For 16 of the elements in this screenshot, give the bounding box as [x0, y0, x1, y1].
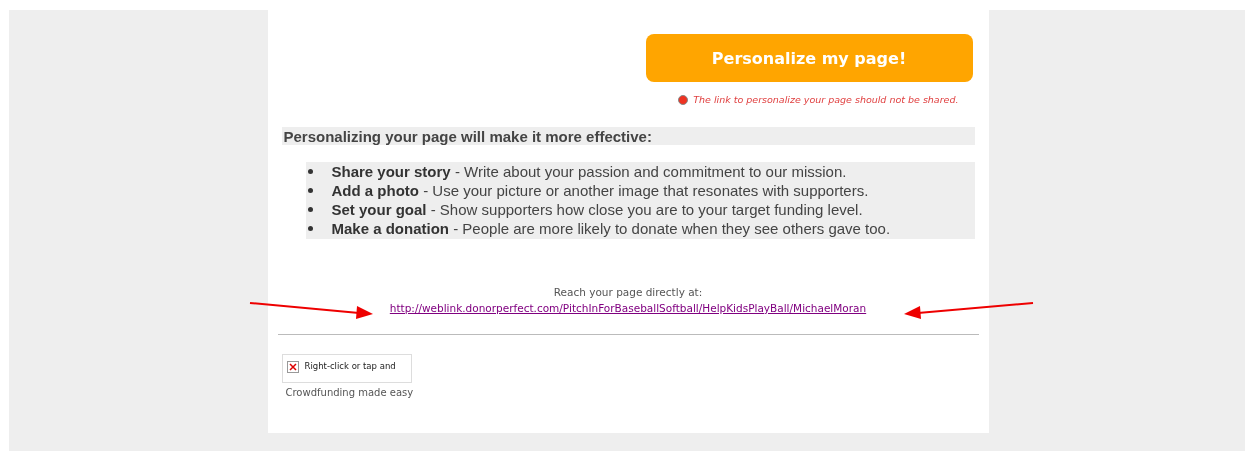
link-label: Reach your page directly at: [552, 286, 704, 298]
bullet-icon [307, 207, 313, 212]
caption: Crowdfunding made easy [284, 387, 415, 398]
warning-icon [678, 94, 689, 105]
bullet-icon [307, 226, 313, 231]
tip-text: Add a photo - Use your picture or another image that resonates with supporters. [331, 182, 869, 199]
tip-text: Set your goal - Show supporters how close you are to your target funding level. [331, 201, 863, 218]
bullet-icon [307, 188, 313, 193]
tip-text: Share your story - Write about your passion and commitment to our mission. [331, 163, 847, 180]
warning-text: The link to personalize your page should not be shared. [693, 94, 959, 105]
broken-image-icon [286, 361, 299, 373]
tip-text: Make a donation - People are more likely to donate when they see others gave too. [331, 220, 891, 237]
bullet-icon [307, 169, 313, 174]
page-link[interactable]: http://weblink.donorperfect.com/PitchInForBaseballSoftball/HelpKidsPlayBall/MichaelMoran [389, 302, 867, 314]
tips-heading: Personalizing your page will make it more effective: [281, 127, 975, 145]
image-alt-text: Right-click or tap and [304, 361, 396, 371]
